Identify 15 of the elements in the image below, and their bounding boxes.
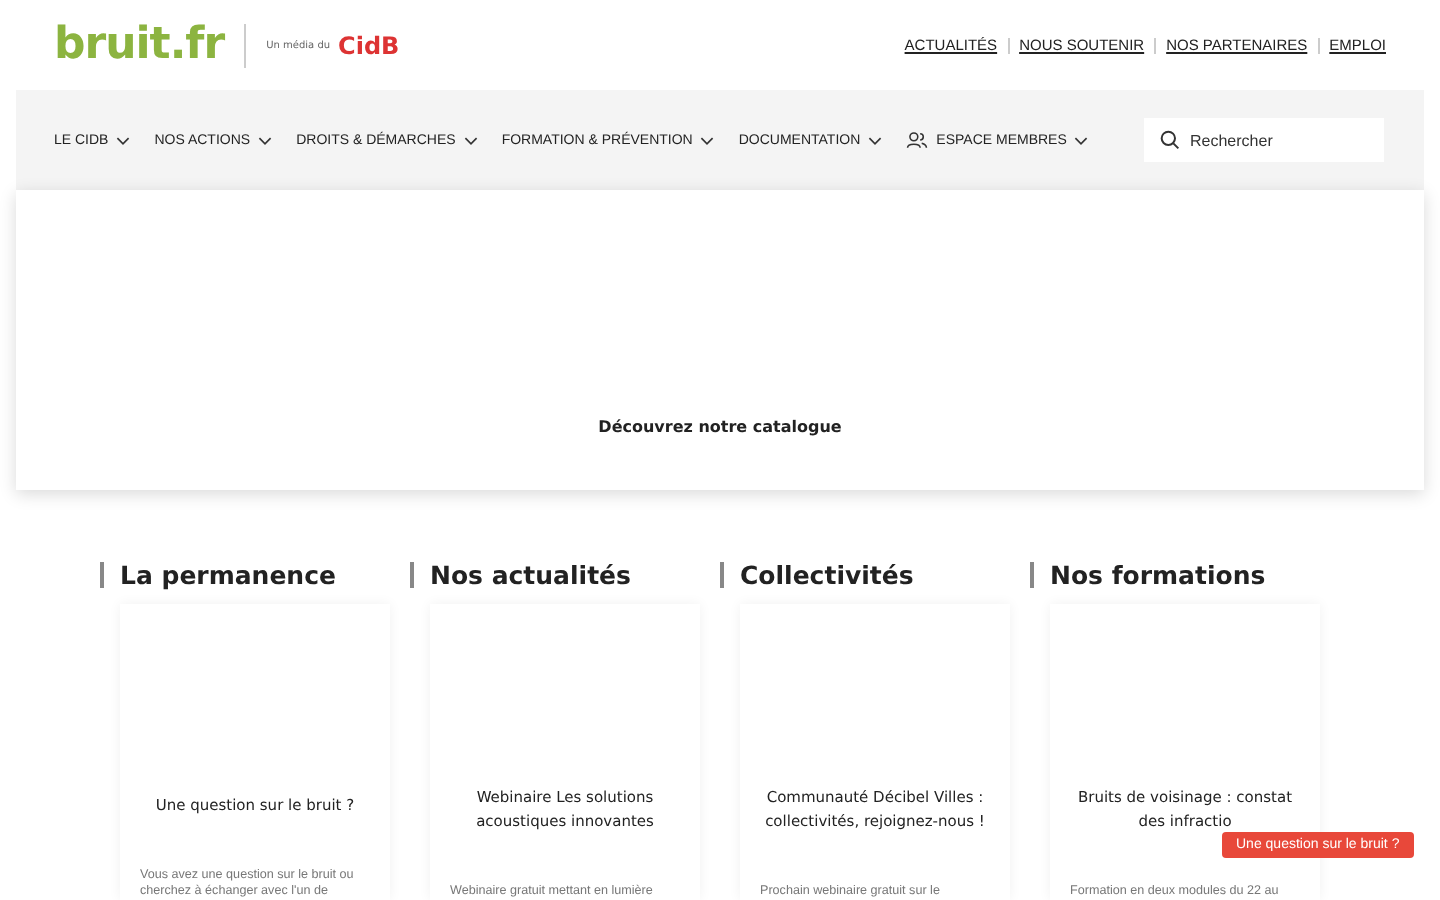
section-heading: Collectivités (720, 562, 1010, 588)
chevron-down-icon (116, 135, 131, 145)
section-heading: Nos formations (1030, 562, 1320, 588)
chevron-down-icon (463, 135, 478, 145)
section-heading: Nos actualités (410, 562, 700, 588)
org-logo[interactable]: CidB (338, 31, 400, 59)
chevron-down-icon (700, 135, 715, 145)
catalogue-link[interactable]: Découvrez notre catalogue (598, 418, 842, 436)
users-icon (906, 130, 929, 150)
chevron-down-icon (1074, 135, 1089, 145)
chevron-down-icon (868, 135, 883, 145)
search-field[interactable]: Rechercher (1144, 118, 1384, 162)
section-heading: La permanence (100, 562, 390, 588)
search-icon (1160, 130, 1180, 150)
chevron-down-icon (258, 135, 273, 145)
